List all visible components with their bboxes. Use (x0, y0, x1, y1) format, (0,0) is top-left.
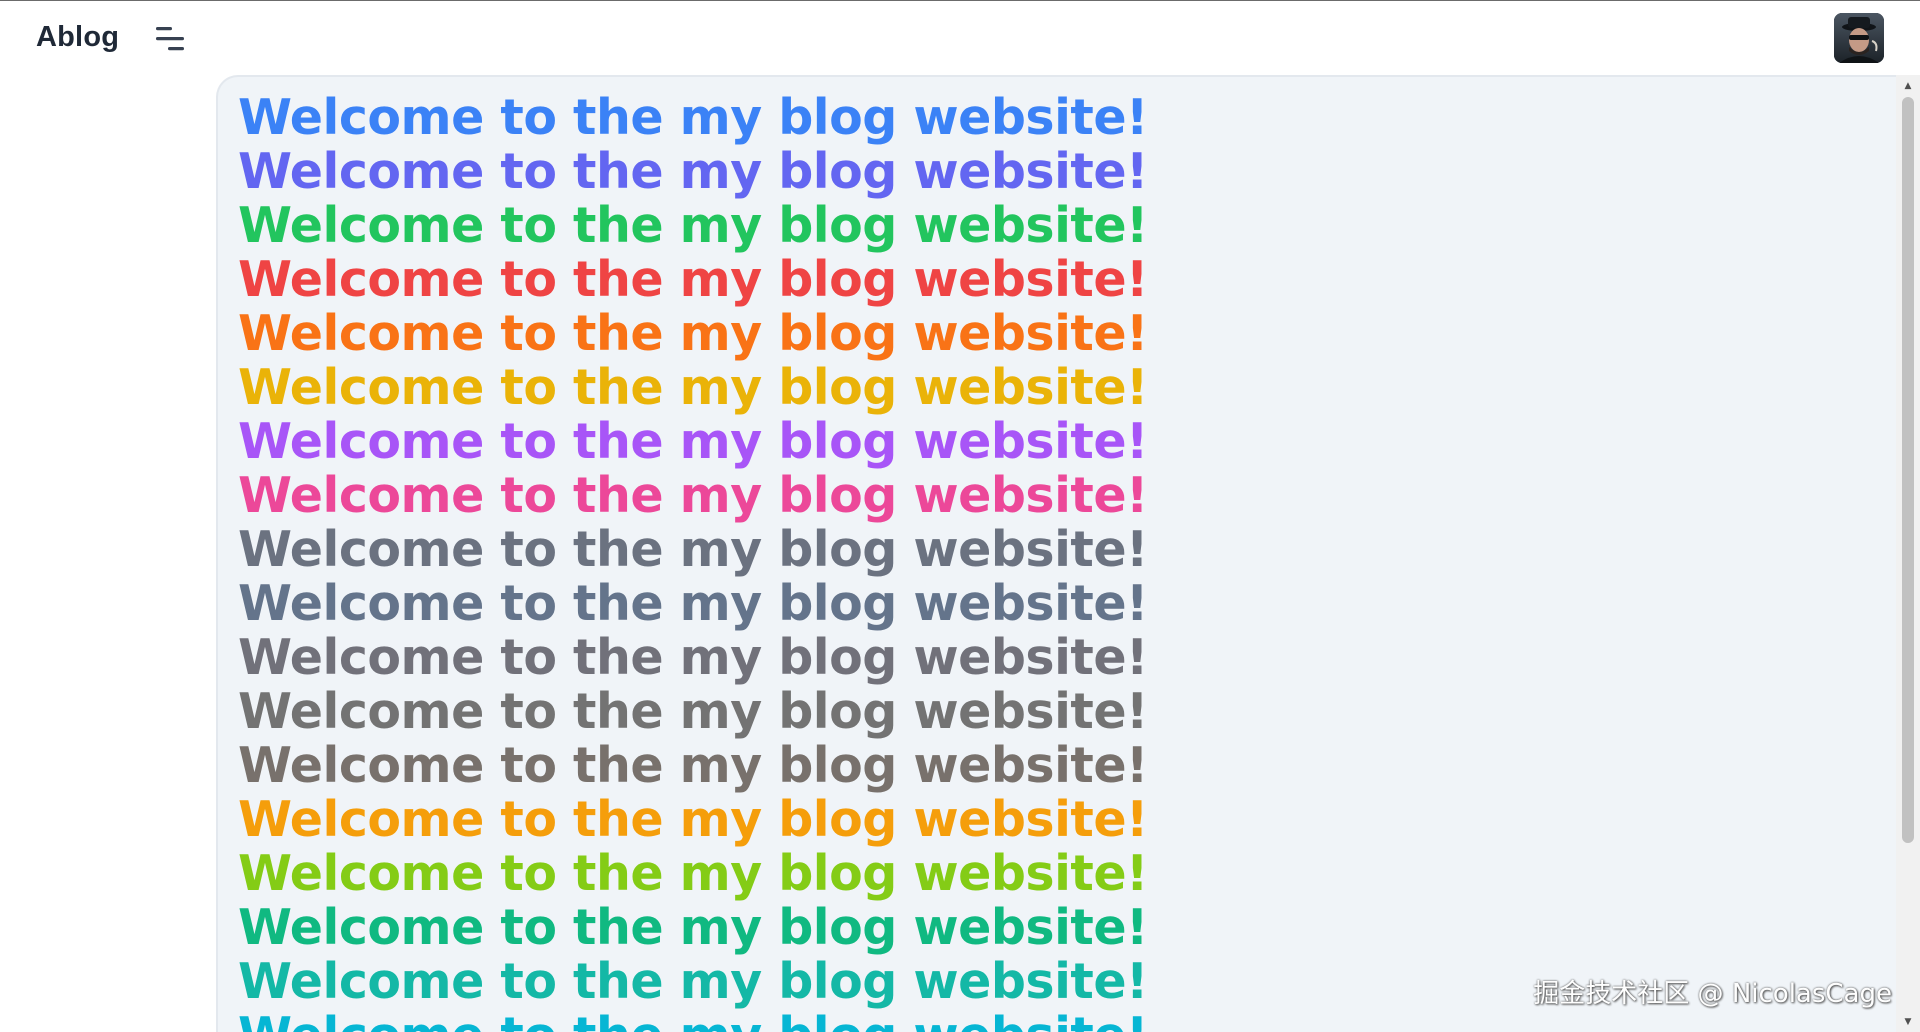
welcome-line: Welcome to the my blog website! (238, 629, 1148, 686)
welcome-line: Welcome to the my blog website! (238, 251, 1148, 308)
user-avatar-icon[interactable] (1834, 13, 1884, 63)
watermark: 掘金技术社区 @ NicolasCage (1533, 979, 1892, 1009)
vertical-scrollbar[interactable]: ▲ ▼ (1896, 75, 1920, 1032)
menu-fold-icon[interactable] (152, 23, 188, 55)
welcome-line: Welcome to the my blog website! (238, 359, 1148, 416)
welcome-line: Welcome to the my blog website! (238, 899, 1148, 956)
welcome-line: Welcome to the my blog website! (238, 521, 1148, 578)
welcome-line: Welcome to the my blog website! (238, 953, 1148, 1010)
welcome-line: Welcome to the my blog website! (238, 1009, 1148, 1032)
welcome-line: Welcome to the my blog website! (238, 791, 1148, 848)
welcome-line: Welcome to the my blog website! (238, 737, 1148, 794)
welcome-line: Welcome to the my blog website! (238, 683, 1148, 740)
scroll-up-arrow-icon[interactable]: ▲ (1896, 77, 1920, 95)
welcome-line: Welcome to the my blog website! (238, 89, 1148, 146)
avatar-image (1834, 13, 1884, 63)
logo[interactable]: Ablog (36, 21, 119, 54)
welcome-line: Welcome to the my blog website! (238, 845, 1148, 902)
top-header: Ablog (0, 1, 1920, 75)
welcome-line: Welcome to the my blog website! (238, 575, 1148, 632)
welcome-line: Welcome to the my blog website! (238, 467, 1148, 524)
scroll-thumb[interactable] (1902, 97, 1914, 843)
welcome-line: Welcome to the my blog website! (238, 305, 1148, 362)
app-window: Ablog Welcome to the my blog website! We… (0, 0, 1920, 1032)
menu-fold-icon-svg (156, 27, 184, 51)
main-content: Welcome to the my blog website! Welcome t… (216, 75, 1896, 1032)
welcome-line: Welcome to the my blog website! (238, 143, 1148, 200)
welcome-line: Welcome to the my blog website! (238, 413, 1148, 470)
scroll-down-arrow-icon[interactable]: ▼ (1896, 1013, 1920, 1031)
welcome-line: Welcome to the my blog website! (238, 197, 1148, 254)
welcome-lines-list: Welcome to the my blog website! Welcome t… (238, 91, 1148, 1032)
